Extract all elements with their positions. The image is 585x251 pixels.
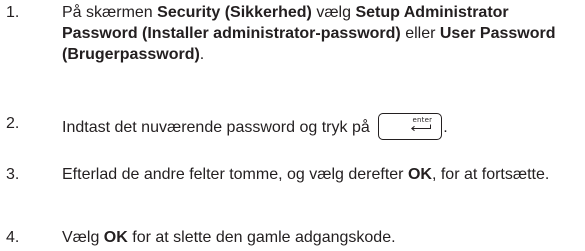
step-text: Vælg OK for at slette den gamle adgangsk… — [62, 227, 581, 248]
step-text-part: , for at fortsætte. — [431, 166, 550, 183]
step-text-part: eller — [400, 25, 440, 42]
step-number: 1. — [6, 4, 20, 21]
step-text-part: . — [199, 46, 205, 63]
ok-label: OK — [407, 166, 432, 183]
menu-name-security: Security (Sikkerhed) — [157, 4, 312, 21]
step-text-part: vælg — [311, 4, 356, 21]
step-text-part: Efterlad de andre felter tomme, og vælg … — [62, 166, 408, 183]
step-text-part: . — [443, 119, 448, 136]
step-text-part: Indtast det nuværende password og tryk p… — [62, 119, 375, 136]
step-text: Efterlad de andre felter tomme, og vælg … — [62, 164, 581, 185]
enter-key-label: enter — [412, 116, 433, 124]
step-number: 3. — [6, 166, 20, 183]
enter-key-icon: enter — [378, 113, 443, 140]
return-arrow-icon — [411, 124, 432, 132]
ok-label: OK — [103, 229, 128, 246]
step-number: 2. — [6, 115, 20, 132]
step-text-part: for at slette den gamle adgangskode. — [127, 229, 396, 246]
instruction-list: 1. På skærmen Security (Sikkerhed) vælg … — [0, 0, 585, 251]
step-text-part: På skærmen — [62, 4, 158, 21]
step-number: 4. — [6, 229, 20, 246]
step-text-part: Vælg — [62, 229, 104, 246]
step-text: På skærmen Security (Sikkerhed) vælg Set… — [62, 2, 581, 65]
step-text: Indtast det nuværende password og tryk p… — [62, 113, 581, 140]
